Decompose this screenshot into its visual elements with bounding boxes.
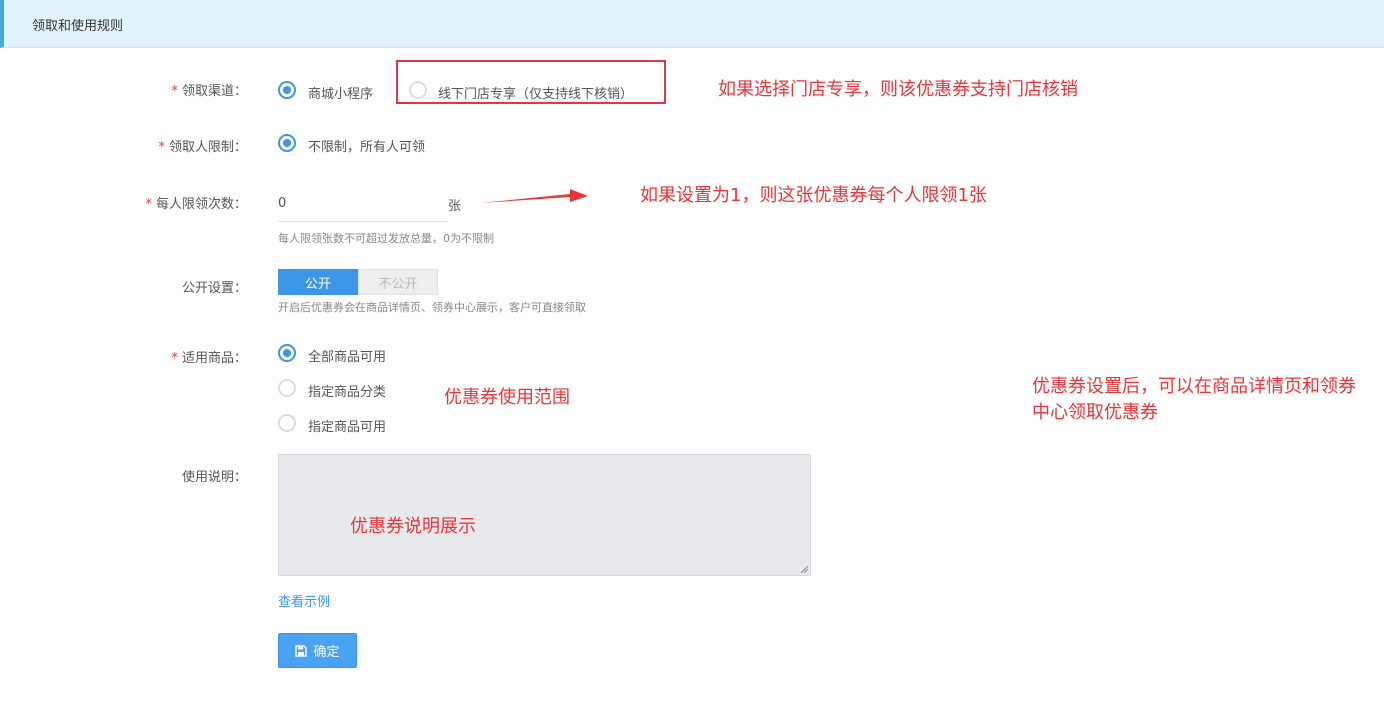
annotation-highlight-box — [396, 60, 666, 104]
public-hint: 开启后优惠券会在商品详情页、领券中心展示，客户可直接领取 — [278, 301, 586, 314]
per-person-label: * 每人限领次数： — [145, 197, 247, 212]
claimant-radio-unlimited[interactable] — [278, 134, 296, 152]
channel-radio-mini-program[interactable] — [278, 81, 296, 99]
per-person-hint: 每人限领张数不可超过发放总量，0为不限制 — [278, 232, 494, 245]
resize-grip-icon[interactable] — [800, 565, 808, 573]
goods-option-specific[interactable]: 指定商品可用 — [308, 416, 386, 435]
public-label: 公开设置： — [181, 281, 247, 296]
goods-label: * 适用商品： — [171, 351, 247, 366]
public-toggle[interactable]: 公开 不公开 — [278, 269, 438, 295]
channel-option-mini-program[interactable]: 商城小程序 — [308, 83, 373, 102]
goods-option-all[interactable]: 全部商品可用 — [308, 346, 386, 365]
annotation-public-desc-line2: 中心领取优惠券 — [1032, 402, 1158, 423]
annotation-scope: 优惠券使用范围 — [444, 387, 570, 408]
annotation-store-exclusive: 如果选择门店专享，则该优惠券支持门店核销 — [718, 79, 1078, 100]
public-on-option[interactable]: 公开 — [278, 269, 358, 295]
confirm-button[interactable]: 确定 — [278, 633, 357, 668]
claimant-label: * 领取人限制： — [158, 140, 247, 155]
confirm-button-label: 确定 — [313, 645, 340, 660]
per-person-limit-input[interactable] — [278, 186, 448, 222]
claimant-option-unlimited[interactable]: 不限制，所有人可领 — [308, 136, 425, 155]
goods-radio-specific[interactable] — [278, 414, 296, 432]
usage-label: 使用说明： — [181, 470, 247, 485]
annotation-limit-one: 如果设置为1，则这张优惠券每个人限领1张 — [640, 185, 987, 206]
goods-radio-all[interactable] — [278, 344, 296, 362]
public-off-option[interactable]: 不公开 — [358, 269, 438, 295]
channel-label: * 领取渠道： — [171, 84, 247, 99]
goods-radio-category[interactable] — [278, 379, 296, 397]
annotation-description: 优惠券说明展示 — [350, 516, 476, 537]
save-icon — [295, 644, 308, 657]
goods-option-category[interactable]: 指定商品分类 — [308, 381, 386, 400]
view-example-link[interactable]: 查看示例 — [278, 591, 330, 610]
annotation-public-desc-line1: 优惠券设置后，可以在商品详情页和领券 — [1032, 376, 1356, 397]
annotation-arrow-icon — [480, 189, 588, 203]
section-header: 领取和使用规则 — [0, 0, 1384, 48]
section-title: 领取和使用规则 — [32, 19, 124, 34]
per-person-unit: 张 — [448, 199, 462, 214]
